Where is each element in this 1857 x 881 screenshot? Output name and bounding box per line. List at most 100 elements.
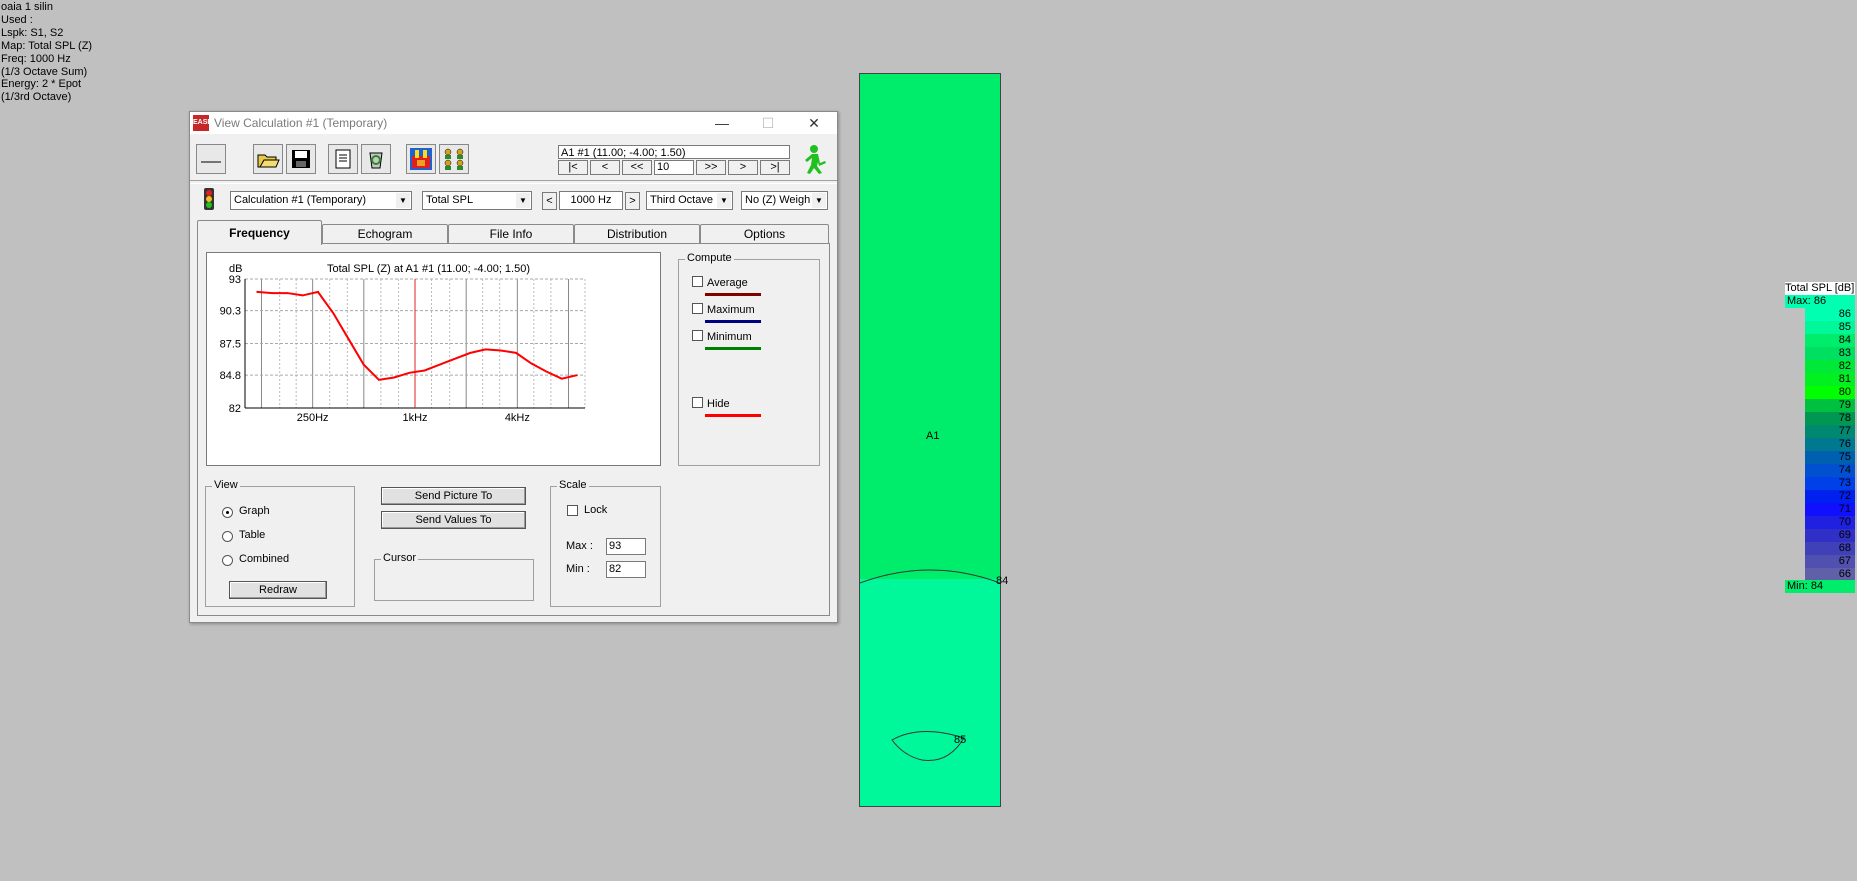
spl-data-point — [560, 377, 563, 380]
spl-series-line — [256, 290, 578, 381]
frequency-field[interactable]: 1000 Hz — [559, 191, 623, 210]
spl-data-point — [317, 291, 319, 293]
open-file-button[interactable] — [253, 144, 283, 174]
legend-value: 85 — [1838, 321, 1851, 333]
legend-level: 68 — [1785, 542, 1855, 555]
spl-data-point — [500, 349, 502, 352]
view-group: View Graph Table Combined Redraw — [205, 479, 355, 607]
nav-next-button[interactable]: > — [728, 160, 758, 175]
weighting-select[interactable]: No (Z) Weigh ▼ — [741, 191, 828, 210]
x-tick-label: 1kHz — [402, 412, 427, 424]
tab-echogram[interactable]: Echogram — [322, 224, 448, 243]
legend-max: Max: 86 — [1785, 295, 1855, 308]
tab-file-info[interactable]: File Info — [448, 224, 574, 243]
line-tool-button[interactable] — [196, 144, 226, 174]
tab-distribution[interactable]: Distribution — [574, 224, 700, 243]
map-view-button[interactable] — [406, 144, 436, 174]
maximum-color-swatch — [705, 320, 761, 323]
spl-data-point — [347, 338, 350, 340]
nav-next-step-button[interactable]: >> — [696, 160, 726, 175]
audience-button[interactable] — [439, 144, 469, 174]
average-checkbox[interactable] — [692, 276, 703, 287]
minimum-checkbox[interactable] — [692, 330, 703, 341]
info-line: Energy: 2 * Epot — [1, 78, 82, 91]
lock-label: Lock — [584, 504, 608, 516]
tab-frequency[interactable]: Frequency — [197, 220, 322, 245]
radio-graph[interactable] — [222, 507, 233, 518]
x-tick-label: 250Hz — [297, 412, 329, 424]
info-line: Freq: 1000 Hz — [1, 52, 71, 65]
compute-group-label: Compute — [685, 252, 734, 264]
spl-data-point — [439, 363, 441, 366]
toolbar-separator — [190, 180, 837, 184]
send-values-button[interactable]: Send Values To — [381, 511, 526, 529]
radio-table[interactable] — [222, 531, 233, 542]
scale-group-label: Scale — [557, 479, 589, 491]
map-type-select[interactable]: Total SPL ▼ — [422, 191, 532, 210]
legend-value: 78 — [1838, 412, 1851, 424]
info-line: Map: Total SPL (Z) — [1, 39, 93, 52]
spl-map-area[interactable]: A1 85 — [859, 73, 1001, 807]
freq-up-button[interactable]: > — [625, 192, 640, 210]
legend-level: 81 — [1785, 373, 1855, 386]
chevron-down-icon: ▼ — [396, 193, 410, 208]
view-group-label: View — [212, 479, 240, 491]
radio-combined[interactable] — [222, 555, 233, 566]
title-bar[interactable]: EASE View Calculation #1 (Temporary) — ☐… — [190, 112, 837, 134]
legend-level: 75 — [1785, 451, 1855, 464]
scale-min-input[interactable]: 82 — [606, 561, 646, 578]
spl-data-point — [301, 294, 304, 297]
bandwidth-select-value: Third Octave — [650, 194, 713, 206]
scale-max-input[interactable]: 93 — [606, 538, 646, 555]
legend-value: 80 — [1838, 386, 1851, 398]
close-button[interactable]: ✕ — [791, 112, 837, 134]
step-input[interactable]: 10 — [654, 160, 694, 175]
recycle-bin-icon — [369, 152, 383, 169]
info-line: Used : — [1, 13, 33, 26]
map-type-select-value: Total SPL — [426, 194, 474, 206]
legend-level: 79 — [1785, 399, 1855, 412]
recycle-button[interactable] — [361, 144, 391, 174]
legend-value: 82 — [1838, 360, 1851, 372]
people-icon — [444, 148, 464, 170]
y-tick-label: 82 — [229, 403, 241, 415]
legend-min: Min: 84 — [1785, 580, 1855, 593]
spl-data-point — [271, 292, 274, 294]
minimize-button[interactable]: — — [699, 112, 745, 134]
nav-first-button[interactable]: |< — [558, 160, 588, 175]
calculation-select[interactable]: Calculation #1 (Temporary) ▼ — [230, 191, 412, 210]
legend-value: 75 — [1838, 451, 1851, 463]
spl-data-point — [576, 374, 578, 376]
receiver-label: A1 — [926, 430, 940, 442]
save-button[interactable] — [286, 144, 316, 174]
spl-data-point — [378, 379, 380, 381]
report-button[interactable] — [328, 144, 358, 174]
legend-value: 68 — [1838, 542, 1851, 554]
spl-data-point — [393, 376, 395, 379]
spl-data-point — [530, 362, 533, 365]
bandwidth-select[interactable]: Third Octave ▼ — [646, 191, 733, 210]
nav-last-button[interactable]: >| — [760, 160, 790, 175]
lock-checkbox[interactable] — [567, 505, 578, 516]
spl-data-point — [286, 292, 289, 294]
maximum-checkbox[interactable] — [692, 303, 703, 314]
nav-prev-button[interactable]: < — [590, 160, 620, 175]
chevron-down-icon: ▼ — [516, 193, 530, 208]
ease-app-icon: EASE — [193, 115, 212, 131]
legend-level: 77 — [1785, 425, 1855, 438]
spl-data-point — [469, 352, 472, 354]
maximize-button[interactable]: ☐ — [745, 112, 791, 134]
x-tick-label: 4kHz — [505, 412, 530, 424]
legend-level: 73 — [1785, 477, 1855, 490]
freq-down-button[interactable]: < — [542, 192, 557, 210]
hide-checkbox[interactable] — [692, 397, 703, 408]
min-label: Min : — [566, 563, 590, 575]
walker-button[interactable] — [798, 144, 828, 174]
frequency-chart[interactable]: 93 90.3 87.5 84.8 82 250Hz 1kHz 4kHz dB Total SPL… — [206, 252, 661, 466]
tab-options[interactable]: Options — [700, 224, 829, 243]
legend-level: 67 — [1785, 555, 1855, 568]
nav-prev-step-button[interactable]: << — [622, 160, 652, 175]
redraw-button[interactable]: Redraw — [229, 581, 327, 599]
legend-level: 86 — [1785, 308, 1855, 321]
send-picture-button[interactable]: Send Picture To — [381, 487, 526, 505]
